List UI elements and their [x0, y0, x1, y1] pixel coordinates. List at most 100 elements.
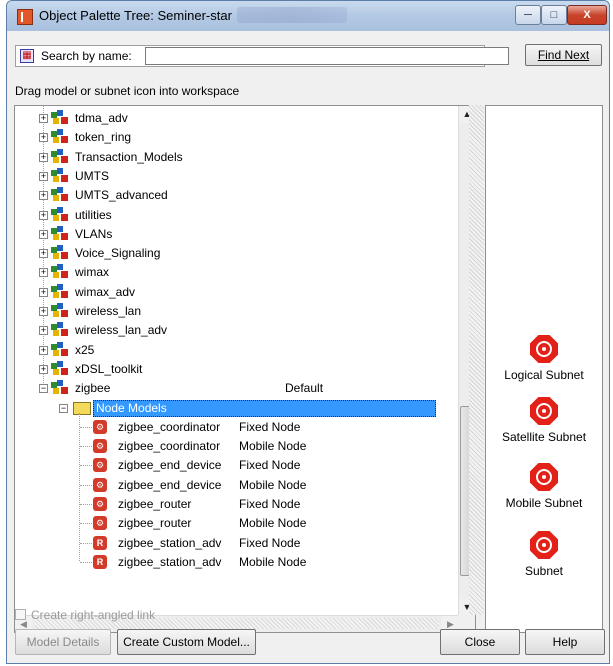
satellite-subnet-icon[interactable]	[530, 397, 558, 425]
tree-library-label: utilities	[75, 207, 112, 222]
search-input[interactable]	[145, 47, 509, 65]
tree-library-row[interactable]: + wireless_lan	[15, 302, 455, 321]
expand-toggle-icon[interactable]: +	[39, 249, 48, 259]
tree-library-row[interactable]: + utilities	[15, 206, 455, 225]
expand-toggle-icon[interactable]: −	[39, 384, 48, 394]
minimize-button[interactable]: ─	[515, 5, 541, 25]
node-model-icon: ⚙	[93, 439, 107, 454]
node-model-row[interactable]: Rzigbee_station_adv Mobile Node	[15, 553, 455, 572]
expand-toggle-icon[interactable]: +	[39, 326, 48, 336]
tree-connector-line	[80, 504, 92, 505]
node-model-row[interactable]: ⚙ zigbee_coordinator Fixed Node	[15, 418, 455, 437]
node-model-name: zigbee_station_adv	[118, 554, 222, 569]
tree-library-row[interactable]: − zigbee Default	[15, 379, 455, 398]
expand-toggle-icon[interactable]: +	[39, 191, 48, 201]
tree-library-row[interactable]: + VLANs	[15, 225, 455, 244]
node-model-type: Mobile Node	[239, 516, 307, 531]
maximize-button[interactable]: □	[541, 5, 567, 25]
tree-library-row[interactable]: + token_ring	[15, 128, 455, 147]
create-custom-model-button[interactable]: Create Custom Model...	[117, 629, 256, 655]
node-model-icon: ⚙	[93, 458, 107, 473]
drag-hint-text: Drag model or subnet icon into workspace	[15, 84, 240, 98]
tree-column-default: Default	[285, 381, 324, 396]
subnet-label: Subnet	[524, 564, 564, 578]
tree-library-row[interactable]: + wimax	[15, 263, 455, 282]
expand-toggle-icon[interactable]: +	[39, 229, 48, 239]
tree-library-label: Voice_Signaling	[75, 246, 161, 261]
expand-toggle-icon[interactable]: +	[39, 133, 48, 143]
expand-toggle-icon[interactable]: +	[39, 210, 48, 220]
tree-library-row[interactable]: + UMTS	[15, 167, 455, 186]
logical-subnet-icon[interactable]	[530, 335, 558, 363]
title-bar-decoration	[237, 7, 347, 23]
expand-toggle-icon[interactable]: +	[39, 364, 48, 374]
tree-folder-row[interactable]: − Node Models	[15, 399, 459, 418]
mobile-subnet-label: Mobile Subnet	[505, 496, 583, 510]
expand-toggle-icon[interactable]: +	[39, 152, 48, 162]
subnet-icon[interactable]	[530, 531, 558, 559]
tree-library-row[interactable]: + x25	[15, 341, 455, 360]
node-model-name: zigbee_end_device	[118, 477, 222, 492]
node-model-type: Fixed Node	[239, 497, 301, 511]
close-window-button[interactable]: X	[567, 5, 607, 25]
palette-tree[interactable]: ▲ ▼ ◀ ▶ + tdma_adv + token_ring + Transaction…	[14, 105, 476, 633]
node-model-type: Mobile Node	[239, 477, 307, 492]
satellite-subnet-label: Satellite Subnet	[501, 430, 587, 444]
tree-library-row[interactable]: + UMTS_advanced	[15, 186, 455, 205]
model-library-icon	[51, 303, 69, 319]
node-model-name: zigbee_coordinator	[118, 419, 221, 434]
node-model-row[interactable]: Rzigbee_station_adv Fixed Node	[15, 534, 455, 553]
node-model-icon: ⚙	[93, 516, 107, 531]
model-library-icon	[51, 148, 69, 165]
subnet-palette: Logical Subnet Satellite Subnet Mobile Sub…	[485, 105, 603, 633]
right-angled-link-checkbox	[15, 609, 26, 620]
node-model-type: Fixed Node	[239, 458, 301, 473]
panel-splitter[interactable]	[469, 105, 484, 615]
node-model-type: Mobile Node	[239, 554, 307, 569]
node-model-row[interactable]: ⚙ zigbee_router Fixed Node	[15, 495, 455, 514]
expand-toggle-icon[interactable]: +	[39, 287, 48, 297]
expand-toggle-icon[interactable]: +	[39, 114, 48, 123]
tree-library-label: UMTS	[75, 168, 109, 183]
expand-toggle-icon[interactable]: +	[39, 307, 48, 316]
node-model-name: zigbee_station_adv	[118, 535, 222, 550]
model-library-icon	[51, 380, 69, 396]
node-model-row[interactable]: ⚙ zigbee_end_device Mobile Node	[15, 476, 455, 495]
model-library-icon	[51, 283, 69, 300]
tree-library-label: zigbee	[75, 381, 111, 396]
model-library-icon	[51, 264, 69, 280]
model-library-icon	[51, 225, 69, 242]
tree-library-row[interactable]: + wimax_adv	[15, 283, 455, 302]
expand-toggle-icon[interactable]: +	[39, 345, 48, 355]
window-title: Object Palette Tree: Seminer-star	[39, 8, 232, 23]
node-model-icon: ⚙	[93, 497, 107, 511]
find-next-button[interactable]: Find Next	[525, 44, 602, 66]
object-palette-window: Object Palette Tree: Seminer-star ─ □ X …	[6, 0, 610, 664]
collapse-toggle-icon[interactable]: −	[59, 403, 68, 413]
tree-library-row[interactable]: + Voice_Signaling	[15, 244, 455, 263]
node-model-row[interactable]: ⚙ zigbee_router Mobile Node	[15, 514, 455, 533]
search-bar: ▦ Search by name:	[15, 45, 509, 67]
mobile-subnet-icon[interactable]	[530, 463, 558, 491]
app-icon	[17, 9, 33, 25]
expand-toggle-icon[interactable]: +	[39, 268, 48, 278]
search-icon: ▦	[20, 49, 34, 63]
model-library-icon	[51, 322, 69, 338]
node-model-name: zigbee_end_device	[118, 458, 222, 473]
node-model-type: Fixed Node	[239, 535, 301, 550]
title-bar[interactable]: Object Palette Tree: Seminer-star ─ □ X	[7, 1, 609, 31]
tree-library-row[interactable]: + wireless_lan_adv	[15, 321, 455, 340]
tree-library-label: wireless_lan_adv	[75, 323, 168, 338]
close-button[interactable]: Close	[440, 629, 520, 655]
tree-connector-line	[80, 523, 92, 525]
folder-icon	[73, 401, 91, 415]
node-model-row[interactable]: ⚙ zigbee_end_device Fixed Node	[15, 456, 455, 475]
node-model-row[interactable]: ⚙ zigbee_coordinator Mobile Node	[15, 437, 455, 456]
expand-toggle-icon[interactable]: +	[39, 171, 48, 181]
tree-library-row[interactable]: + Transaction_Models	[15, 148, 455, 167]
help-button[interactable]: Help	[525, 629, 605, 655]
tree-library-label: UMTS_advanced	[75, 188, 168, 203]
tree-library-row[interactable]: + xDSL_toolkit	[15, 360, 455, 379]
node-model-type: Fixed Node	[239, 419, 301, 434]
tree-library-row[interactable]: + tdma_adv	[15, 109, 455, 128]
